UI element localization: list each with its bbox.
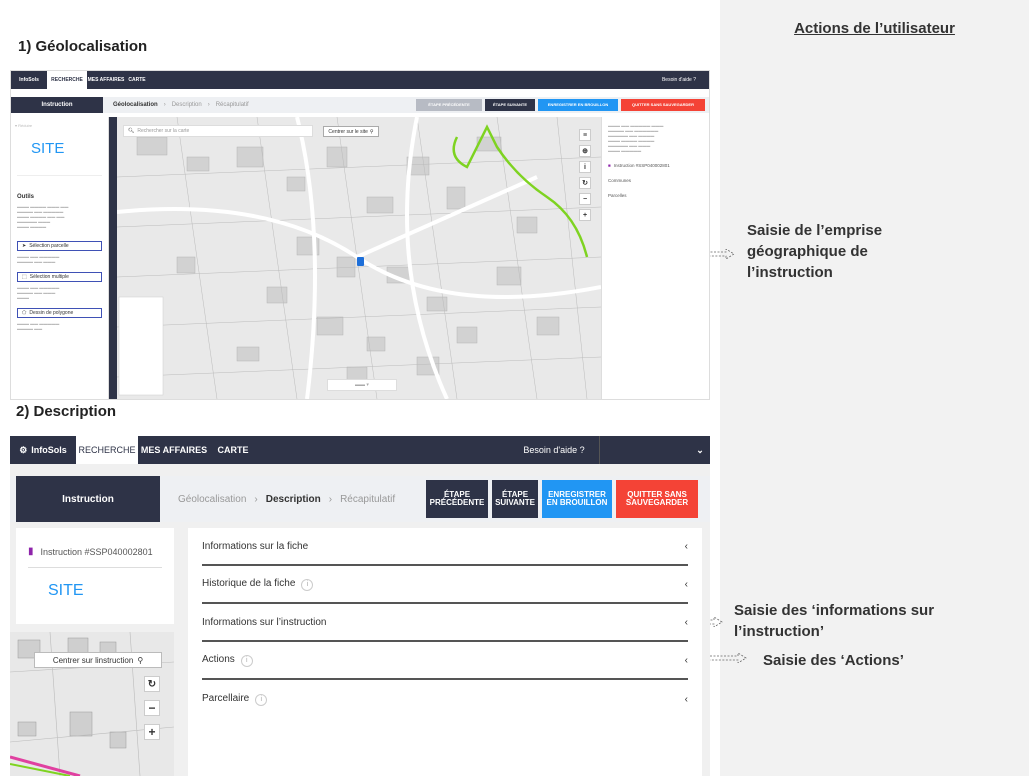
zoom-in-icon[interactable]: + — [579, 209, 591, 221]
breadcrumb: Géolocalisation › Description › Récapitula… — [113, 102, 249, 108]
save-draft-button[interactable]: ENREGISTRER EN BROUILLON — [542, 480, 612, 518]
annotation-actions: Saisie des ‘Actions’ — [763, 652, 904, 669]
previous-step-button[interactable]: ÉTAPE PRÉCÉDENTE — [416, 99, 482, 111]
layers-icon[interactable]: ≡ — [579, 129, 591, 141]
chevron-left-icon: ‹ — [684, 540, 688, 552]
help-link[interactable]: Besoin d'aide ? — [649, 71, 709, 89]
tab-recherche[interactable]: RECHERCHE — [76, 436, 138, 464]
pin-icon: ⚲ — [369, 128, 374, 135]
geolocalisation-screenshot: InfoSols RECHERCHE MES AFFAIRES CARTE Be… — [10, 70, 710, 400]
accordion-item-actions[interactable]: Actions i ‹ — [202, 642, 688, 680]
site-label: SITE — [17, 136, 102, 176]
step-recapitulatif[interactable]: Récapitulatif — [340, 494, 395, 505]
instruction-card: ▮ Instruction #SSP040002801 SITE — [16, 528, 174, 624]
chevron-right-icon: › — [254, 493, 258, 505]
instruction-reference: ■ Instruction #SSP040002801 — [608, 163, 670, 168]
instruction-label: Instruction — [11, 97, 103, 113]
save-draft-button[interactable]: ENREGISTRER EN BROUILLON — [538, 99, 618, 111]
cadastral-map[interactable]: 🔍︎ Rechercher sur la carte Centrer sur le… — [117, 117, 601, 399]
refresh-icon[interactable]: ↻ — [579, 177, 591, 189]
center-on-site-button[interactable]: Centrer sur le site ⚲ — [323, 126, 379, 137]
chevron-left-icon: ‹ — [684, 578, 688, 590]
mini-map[interactable]: Centrer sur linstruction ⚲ ↻ − + — [10, 632, 174, 776]
accordion-item-informations-fiche[interactable]: Informations sur la fiche ‹ — [202, 528, 688, 566]
bookmark-icon: ■ — [608, 163, 611, 168]
map-info-panel: ▬▬▬ ▬▬ ▬▬▬▬▬ ▬▬▬ ▬▬▬▬ ▬▬ ▬▬▬▬▬▬ ▬▬▬▬▬ ▬▬ ▬… — [601, 117, 709, 399]
step-recapitulatif[interactable]: Récapitulatif — [216, 102, 249, 108]
instruction-reference: ▮ Instruction #SSP040002801 — [28, 546, 153, 557]
step-geolocalisation[interactable]: Géolocalisation — [178, 494, 246, 505]
tab-mes-affaires[interactable]: MES AFFAIRES — [138, 436, 210, 464]
chevron-left-icon: ‹ — [684, 654, 688, 666]
accordion-item-parcellaire[interactable]: Parcellaire i ‹ — [202, 680, 688, 718]
scale-select[interactable]: ▬▬ ▾ — [327, 379, 397, 391]
tools-sidebar: ▾ Réduire SITE Outils ▬▬▬ ▬▬▬▬ ▬▬▬ ▬▬ ▬▬▬… — [11, 117, 109, 399]
refresh-icon[interactable]: ↻ — [144, 676, 160, 692]
previous-step-button[interactable]: ÉTAPE PRÉCÉDENTE — [426, 480, 488, 518]
step-description[interactable]: Description — [266, 494, 321, 505]
info-badge-icon: i — [301, 578, 314, 591]
user-actions-title: Actions de l’utilisateur — [794, 20, 955, 37]
dashed-square-icon: ⬚ — [22, 274, 27, 280]
logo[interactable]: InfoSols — [11, 71, 47, 89]
tool-multi-select-button[interactable]: ⬚ Sélection multiple — [17, 272, 102, 282]
accordion-item-historique[interactable]: Historique de la fiche i ‹ — [202, 566, 688, 604]
bookmark-icon: ▮ — [28, 546, 34, 557]
top-nav: ⚙ InfoSols RECHERCHE MES AFFAIRES CARTE B… — [10, 436, 710, 464]
polygon-icon: ⬠ — [22, 310, 27, 316]
next-step-button[interactable]: ÉTAPE SUIVANTE — [485, 99, 535, 111]
arrow-icon — [706, 249, 735, 259]
info-badge-icon: i — [240, 654, 253, 667]
chevron-left-icon: ‹ — [684, 616, 688, 628]
info-icon[interactable]: i — [579, 161, 591, 173]
step-bar: Instruction Géolocalisation › Description… — [11, 97, 709, 113]
accordion-item-informations-instruction[interactable]: Informations sur l’instruction ‹ — [202, 604, 688, 642]
section-heading-geolocalisation: 1) Géolocalisation — [18, 38, 148, 55]
breadcrumb: Géolocalisation › Description › Récapitula… — [178, 494, 395, 505]
quit-button[interactable]: QUITTER SANS SAUVEGARDER — [616, 480, 698, 518]
logo[interactable]: ⚙ InfoSols — [10, 436, 76, 464]
pin-icon: ⚲ — [137, 655, 144, 665]
zoom-out-icon[interactable]: − — [144, 700, 160, 716]
instruction-marker-icon[interactable] — [357, 257, 364, 266]
quit-button[interactable]: QUITTER SANS SAUVEGARDER — [621, 99, 705, 111]
communes-label: Communes — [608, 178, 632, 183]
tool-draw-polygon-button[interactable]: ⬠ Dessin de polygone — [17, 308, 102, 318]
parcelles-label: Parcelles — [608, 193, 627, 198]
map-search-input[interactable]: 🔍︎ Rechercher sur la carte — [123, 125, 313, 137]
zoom-in-icon[interactable]: + — [144, 724, 160, 740]
tools-heading: Outils — [17, 194, 35, 200]
cursor-icon: ➤ — [22, 243, 27, 249]
step-description[interactable]: Description — [172, 102, 202, 108]
section-heading-description: 2) Description — [16, 403, 117, 420]
center-on-instruction-button[interactable]: Centrer sur linstruction ⚲ — [34, 652, 162, 668]
next-step-button[interactable]: ÉTAPE SUIVANTE — [492, 480, 538, 518]
site-label: SITE — [48, 582, 84, 599]
search-icon: 🔍︎ — [128, 128, 135, 134]
chevron-left-icon: ‹ — [684, 693, 688, 705]
tab-carte[interactable]: CARTE — [125, 71, 149, 89]
zoom-out-icon[interactable]: − — [579, 193, 591, 205]
chevron-right-icon: › — [328, 493, 333, 505]
description-accordion: Informations sur la fiche ‹ Historique de… — [188, 528, 702, 776]
target-icon[interactable]: ⊕ — [579, 145, 591, 157]
tab-mes-affaires[interactable]: MES AFFAIRES — [87, 71, 125, 89]
info-badge-icon: i — [255, 693, 268, 706]
tab-recherche[interactable]: RECHERCHE — [47, 71, 87, 89]
sidebar-scrollbar[interactable] — [109, 117, 117, 399]
tool-select-parcel-button[interactable]: ➤ Sélection parcelle — [17, 241, 102, 251]
top-nav: InfoSols RECHERCHE MES AFFAIRES CARTE Be… — [11, 71, 709, 89]
step-geolocalisation[interactable]: Géolocalisation — [113, 102, 158, 108]
description-screenshot: ⚙ InfoSols RECHERCHE MES AFFAIRES CARTE B… — [10, 436, 710, 776]
annotation-instruction-info: Saisie des ‘informations sur l’instructi… — [734, 602, 935, 640]
chevron-down-icon[interactable]: ⌄ — [690, 436, 710, 464]
tab-carte[interactable]: CARTE — [210, 436, 256, 464]
annotation-geographic-extent: Saisie de l’emprise géographique de l’in… — [747, 222, 883, 281]
gear-logo-icon: ⚙ — [19, 444, 28, 455]
instruction-label: Instruction — [16, 476, 160, 522]
step-bar: Instruction Géolocalisation › Description… — [10, 476, 710, 522]
help-link[interactable]: Besoin d'aide ? — [509, 436, 599, 464]
